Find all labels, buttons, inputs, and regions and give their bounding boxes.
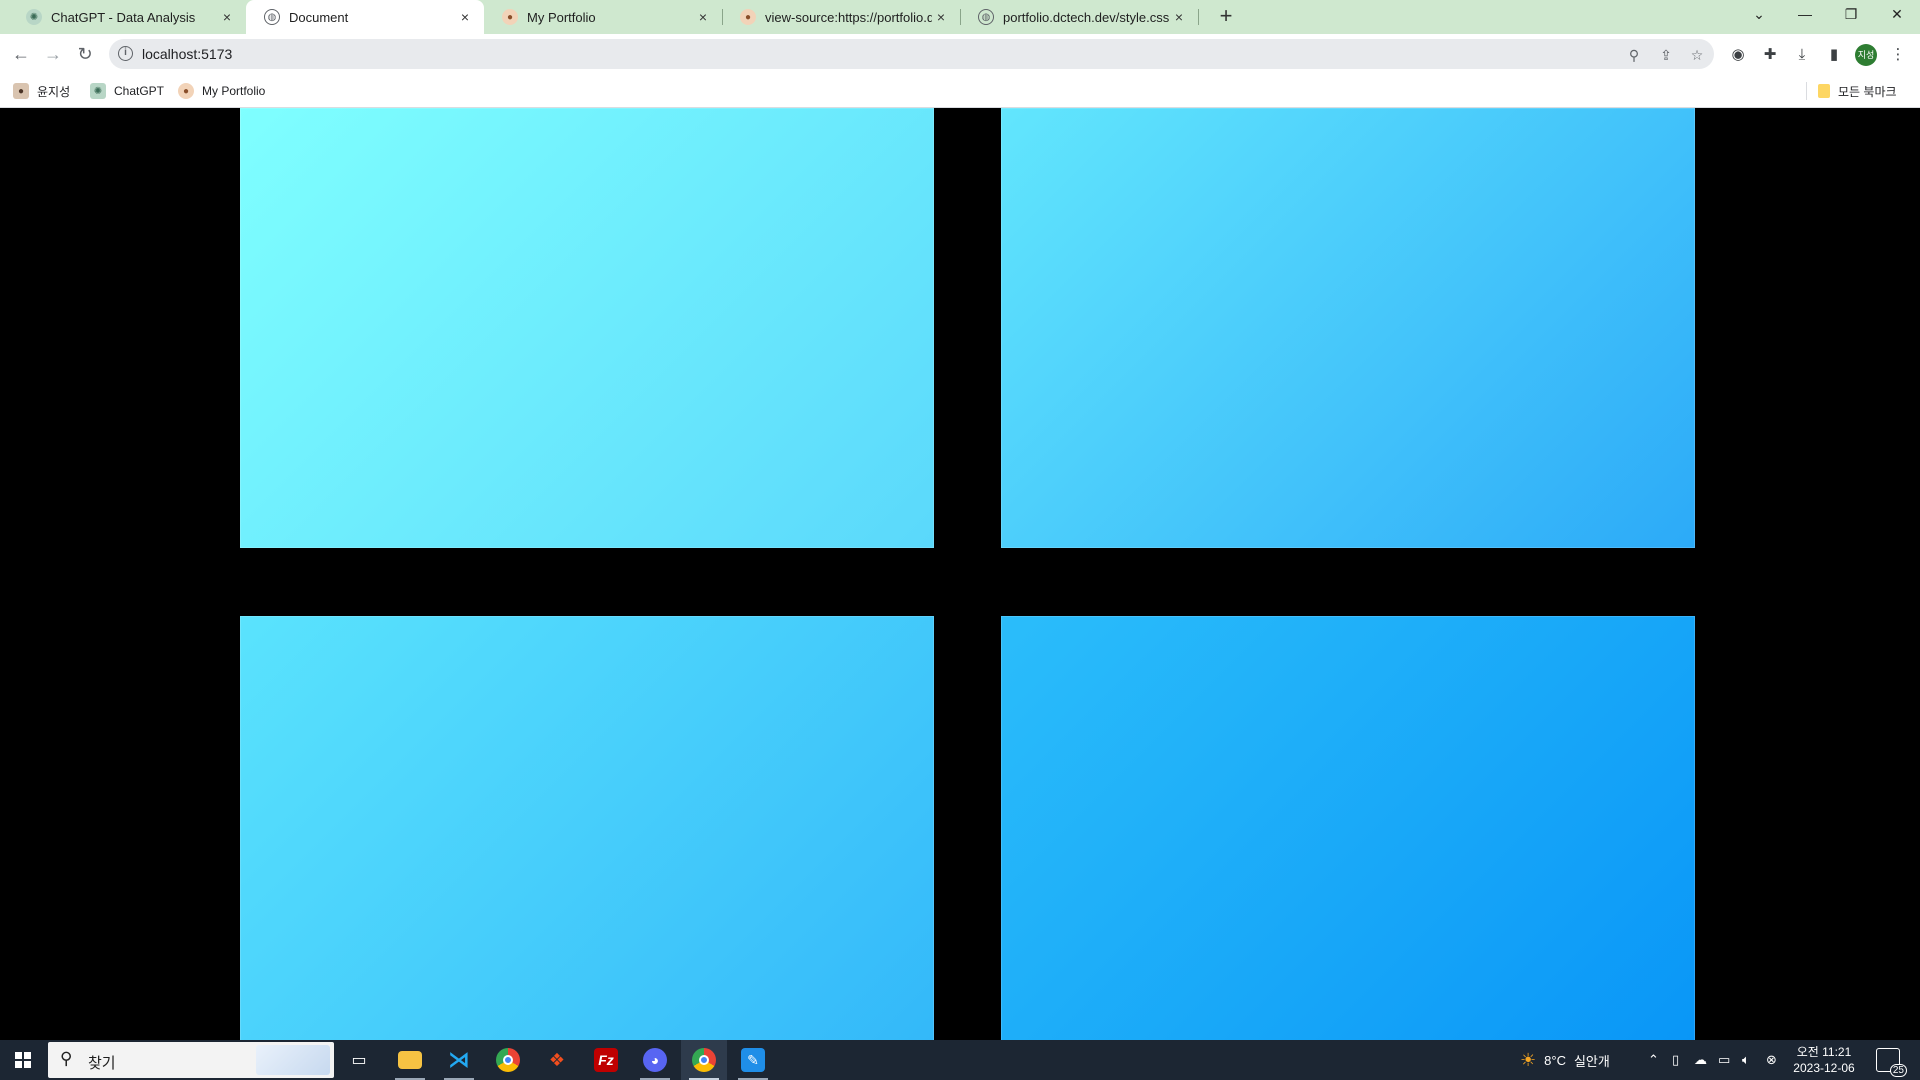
browser-toolbar: ← → ↻ i localhost:5173 ⚲ ⇪ ☆ ◉ ✚ ⤓ ▮ 지성 … <box>0 34 1920 74</box>
person-avatar-icon: ● <box>13 83 29 99</box>
bookmark-item[interactable]: ● My Portfolio <box>178 82 265 100</box>
folder-icon <box>1818 84 1830 98</box>
tab-view-source[interactable]: ● view-source:https://portfolio.dc × <box>722 0 961 34</box>
bookmark-item[interactable]: ● 윤지성 <box>13 82 70 100</box>
tab-search-icon[interactable]: ⌄ <box>1736 0 1782 30</box>
minimize-button[interactable]: — <box>1782 0 1828 30</box>
download-icon[interactable]: ⤓ <box>1791 44 1813 66</box>
filezilla-icon[interactable]: Fz <box>583 1040 629 1080</box>
bookmark-label: 윤지성 <box>37 84 71 99</box>
zoom-icon[interactable]: ⚲ <box>1624 45 1644 65</box>
close-icon[interactable]: × <box>932 9 950 25</box>
tile-top-right <box>1001 108 1695 548</box>
bookmarks-divider <box>1806 82 1807 100</box>
url-text[interactable]: localhost:5173 <box>142 46 232 62</box>
search-highlight-art <box>256 1045 330 1075</box>
weather-widget[interactable]: ☀ 8°C 실안개 <box>1520 1040 1610 1080</box>
bookmark-star-icon[interactable]: ☆ <box>1687 45 1707 65</box>
reload-icon[interactable]: ↻ <box>71 40 99 68</box>
start-button[interactable] <box>0 1040 46 1080</box>
close-icon[interactable]: × <box>218 9 236 25</box>
tab-title: ChatGPT - Data Analysis <box>51 9 196 25</box>
search-placeholder: 찾기 <box>88 1055 116 1072</box>
file-explorer-icon[interactable] <box>387 1040 433 1080</box>
close-icon[interactable]: × <box>694 9 712 25</box>
share-icon[interactable]: ⇪ <box>1656 45 1676 65</box>
tab-title: Document <box>289 9 349 25</box>
portfolio-avatar-icon: ● <box>178 83 194 99</box>
chatgpt-icon: ✺ <box>26 9 42 25</box>
menu-icon[interactable]: ⋮ <box>1887 44 1909 66</box>
new-tab-button[interactable]: + <box>1213 4 1239 30</box>
bookmark-label: ChatGPT <box>114 84 165 98</box>
taskbar-search[interactable]: ⚲ 찾기 <box>48 1042 334 1078</box>
tab-style-css[interactable]: ◍ portfolio.dctech.dev/style.css × <box>960 0 1199 34</box>
volume-icon[interactable]: 🔈︎ <box>1742 1040 1750 1080</box>
tab-title: portfolio.dctech.dev/style.css <box>1003 9 1170 25</box>
discord-icon[interactable]: ◕ <box>632 1040 678 1080</box>
notification-count: 25 <box>1889 1064 1907 1077</box>
tab-chatgpt[interactable]: ✺ ChatGPT - Data Analysis × <box>8 0 247 34</box>
tile-top-left <box>240 108 934 548</box>
windows-logo-icon <box>15 1052 31 1068</box>
portfolio-avatar-icon: ● <box>502 9 518 25</box>
globe-icon: ◍ <box>978 9 994 25</box>
chrome-profile-icon[interactable] <box>681 1040 727 1080</box>
device-icon[interactable]: ▯ <box>1672 1040 1679 1080</box>
chatgpt-icon: ✺ <box>90 83 106 99</box>
weather-label: 실안개 <box>1573 1053 1610 1069</box>
tab-strip: ✺ ChatGPT - Data Analysis × ◍ Document ×… <box>0 0 1920 34</box>
all-bookmarks-button[interactable]: 모든 북마크 <box>1818 82 1897 100</box>
onedrive-icon[interactable]: ☁ <box>1694 1040 1707 1080</box>
network-icon[interactable]: ▭ <box>1718 1040 1730 1080</box>
task-view-icon[interactable]: ▭ <box>336 1040 382 1080</box>
bookmark-label: My Portfolio <box>202 84 266 98</box>
bookmark-item[interactable]: ✺ ChatGPT <box>90 82 164 100</box>
show-hidden-icons-icon[interactable]: ⌃ <box>1648 1040 1659 1080</box>
weather-icon: ☀ <box>1520 1049 1537 1070</box>
tab-title: view-source:https://portfolio.dc <box>765 9 932 25</box>
camera-icon[interactable]: ◉ <box>1727 44 1749 66</box>
paint-icon[interactable]: ✎ <box>730 1040 776 1080</box>
chrome-icon[interactable] <box>485 1040 531 1080</box>
search-icon: ⚲ <box>60 1049 73 1068</box>
figma-icon[interactable]: ❖ <box>534 1040 580 1080</box>
clock[interactable]: 오전 11:21 2023-12-06 <box>1786 1044 1862 1076</box>
profile-avatar[interactable]: 지성 <box>1855 44 1877 66</box>
windows-taskbar: ⚲ 찾기 ▭ ⋊ ❖ Fz ◕ ✎ ☀ 8°C 실안개 ⌃ ▯ ☁ ▭ 🔈︎ ⊗… <box>0 1040 1920 1080</box>
tab-separator <box>1198 9 1199 25</box>
portfolio-avatar-icon: ● <box>740 9 756 25</box>
site-info-icon[interactable]: i <box>118 46 133 61</box>
forward-arrow-icon[interactable]: → <box>39 40 67 68</box>
globe-icon: ◍ <box>264 9 280 25</box>
vscode-icon[interactable]: ⋊ <box>436 1040 482 1080</box>
tab-my-portfolio[interactable]: ● My Portfolio × <box>484 0 723 34</box>
tab-title: My Portfolio <box>527 9 596 25</box>
bookmarks-bar: ● 윤지성 ✺ ChatGPT ● My Portfolio 모든 북마크 <box>0 74 1920 108</box>
tile-bottom-right <box>1001 616 1695 1040</box>
address-bar[interactable]: i localhost:5173 ⚲ ⇪ ☆ <box>109 39 1714 69</box>
all-bookmarks-label: 모든 북마크 <box>1838 84 1897 99</box>
notifications-icon[interactable]: 25 <box>1876 1048 1907 1077</box>
clock-time: 오전 11:21 <box>1796 1045 1852 1059</box>
tab-document[interactable]: ◍ Document × <box>246 0 484 34</box>
close-icon[interactable]: × <box>456 9 474 25</box>
side-panel-icon[interactable]: ▮ <box>1823 44 1845 66</box>
back-arrow-icon[interactable]: ← <box>7 40 35 68</box>
status-x-icon[interactable]: ⊗ <box>1766 1040 1777 1080</box>
tile-bottom-left <box>240 616 934 1040</box>
clock-date: 2023-12-06 <box>1793 1061 1855 1075</box>
page-content <box>0 108 1920 1040</box>
browser-window: ✺ ChatGPT - Data Analysis × ◍ Document ×… <box>0 0 1920 108</box>
weather-temp: 8°C <box>1544 1052 1566 1068</box>
close-icon[interactable]: × <box>1170 9 1188 25</box>
restore-button[interactable]: ❐ <box>1828 0 1874 30</box>
close-window-button[interactable]: ✕ <box>1874 0 1920 30</box>
extensions-icon[interactable]: ✚ <box>1759 44 1781 66</box>
